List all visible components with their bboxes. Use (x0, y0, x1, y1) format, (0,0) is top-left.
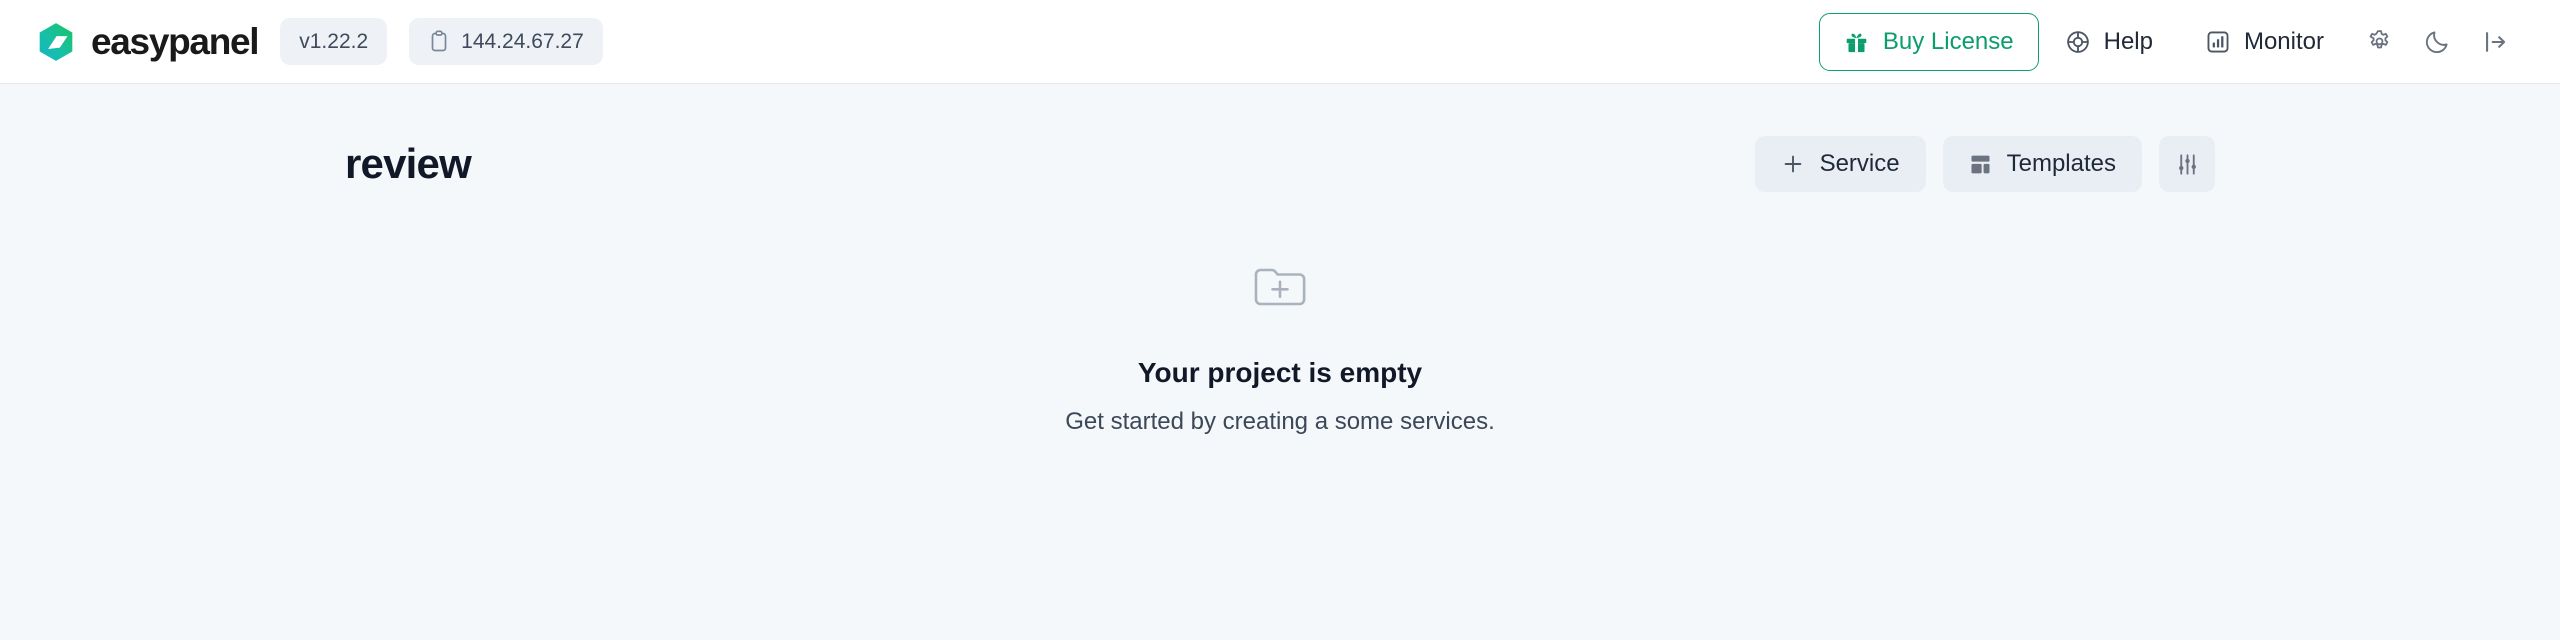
settings-button[interactable] (2350, 13, 2408, 71)
brand-logo-link[interactable]: easypanel (34, 20, 260, 64)
theme-toggle-button[interactable] (2408, 13, 2466, 71)
clipboard-icon (431, 30, 447, 51)
lifebuoy-icon (2066, 30, 2089, 53)
plus-icon (1784, 155, 1801, 173)
brand-name: easypanel (91, 21, 260, 62)
empty-state: Your project is empty Get started by cre… (345, 260, 2215, 436)
toolbar-actions: Service Templates (1754, 136, 2215, 192)
add-service-label: Service (1819, 150, 1900, 177)
server-ip-badge[interactable]: 144.24.67.27 (409, 18, 603, 65)
gift-icon (1846, 33, 1867, 53)
app-header: easypanel v1.22.2 144.24.67.27 Buy Licen… (0, 0, 2560, 84)
logout-icon (2486, 31, 2506, 52)
templates-label: Templates (2006, 150, 2116, 177)
empty-state-title: Your project is empty (1137, 357, 1423, 388)
easypanel-hexagon-logo-icon (39, 22, 73, 61)
brand-zone: easypanel v1.22.2 144.24.67.27 (34, 18, 603, 65)
filters-button[interactable] (2159, 136, 2215, 192)
folder-plus-icon (1254, 268, 1306, 306)
buy-license-button[interactable]: Buy License (1818, 12, 2039, 71)
moon-icon (2425, 31, 2448, 54)
page-content-container: review Service Templates Your project is… (45, 84, 2515, 436)
chart-square-icon (2207, 31, 2229, 52)
sliders-icon (2178, 153, 2196, 175)
gear-icon (2369, 30, 2388, 49)
server-ip-label: 144.24.67.27 (461, 30, 584, 53)
header-actions: Buy License Help Monitor (1818, 12, 2524, 71)
empty-state-subtitle: Get started by creating a some services. (1065, 407, 1495, 435)
layout-dashboard-icon (1971, 155, 1990, 173)
help-link[interactable]: Help (2039, 13, 2179, 71)
page-toolbar: review Service Templates (345, 84, 2215, 192)
monitor-label: Monitor (2243, 27, 2324, 55)
page-body: review Service Templates Your project is… (0, 84, 2560, 640)
page-title: review (345, 139, 472, 187)
add-service-button[interactable]: Service (1754, 136, 1926, 192)
monitor-link[interactable]: Monitor (2179, 13, 2350, 71)
buy-license-label: Buy License (1882, 27, 2014, 55)
logout-button[interactable] (2466, 13, 2524, 71)
templates-button[interactable]: Templates (1942, 136, 2142, 192)
help-label: Help (2103, 27, 2153, 55)
version-badge-label: v1.22.2 (299, 30, 369, 53)
version-badge[interactable]: v1.22.2 (280, 18, 388, 65)
